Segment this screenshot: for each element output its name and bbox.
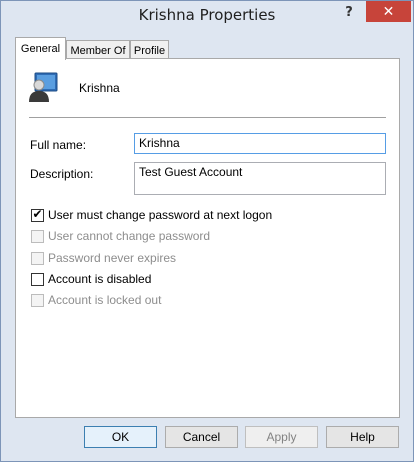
checkbox [31,251,44,265]
tab-member-of[interactable]: Member Of [66,40,130,60]
option-cannot-change-password: User cannot change password [31,228,210,244]
checkmark-icon: ✔ [32,206,43,221]
full-name-field[interactable]: Krishna [134,133,386,154]
checkbox[interactable] [31,272,44,286]
close-button[interactable]: ✕ [366,1,411,22]
checkbox-label: Account is disabled [48,272,152,286]
option-must-change-password[interactable]: ✔ User must change password at next logo… [31,207,272,223]
help-button[interactable]: Help [326,426,399,448]
user-icon [29,72,58,102]
checkbox-label: User must change password at next logon [48,208,273,222]
separator [29,117,386,118]
checkbox [31,229,44,243]
account-name: Krishna [79,81,120,95]
apply-button: Apply [245,426,318,448]
checkbox-label: Password never expires [48,251,177,265]
checkbox[interactable]: ✔ [31,206,44,222]
checkbox-label: User cannot change password [48,229,211,243]
full-name-label: Full name: [30,138,87,152]
option-account-disabled[interactable]: Account is disabled [31,271,151,287]
checkbox-label: Account is locked out [48,293,162,307]
description-field[interactable]: Test Guest Account [134,162,386,195]
option-password-never-expires: Password never expires [31,250,176,266]
title-bar[interactable]: Krishna Properties ? ✕ [1,1,413,32]
tab-profile[interactable]: Profile [130,40,169,60]
option-account-locked-out: Account is locked out [31,292,161,308]
description-label: Description: [30,167,94,181]
tab-general[interactable]: General [15,37,66,60]
ok-button[interactable]: OK [84,426,157,448]
properties-dialog: Krishna Properties ? ✕ Member Of Profile… [0,0,414,462]
help-icon[interactable]: ? [336,2,362,22]
cancel-button[interactable]: Cancel [165,426,238,448]
checkbox [31,293,44,307]
close-icon: ✕ [382,3,395,20]
